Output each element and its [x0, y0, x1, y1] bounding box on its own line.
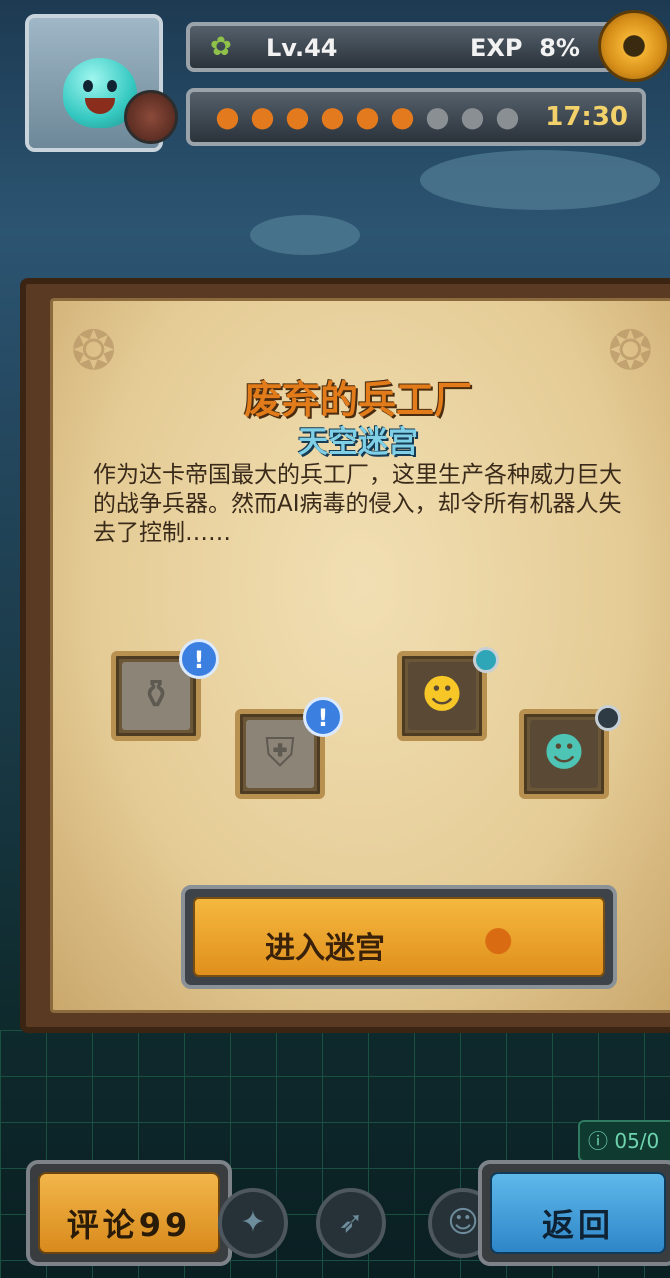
stamina-carrots: ● ● ● ● ● ● ● ● ● — [212, 100, 523, 134]
carrot-full-icon: ● — [390, 100, 415, 133]
review-button[interactable]: 评论99 — [26, 1160, 232, 1266]
new-item-mark-icon: ! — [179, 639, 219, 679]
rocket-icon[interactable]: ➶ — [316, 1188, 386, 1258]
dungeon-title: 废弃的兵工厂 — [243, 378, 472, 422]
exp-value: 8% — [539, 34, 580, 62]
enter-dungeon-button[interactable]: 进入迷宫 ● — [181, 885, 617, 989]
level-bar: ✿ Lv.44 EXP 8% — [186, 22, 646, 72]
carrot-full-icon: ● — [215, 100, 240, 133]
element-badge-icon — [595, 705, 621, 731]
back-label: 返回 — [541, 1206, 614, 1244]
level-text: Lv.44 — [266, 34, 338, 62]
carrot-empty-icon: ● — [425, 100, 450, 133]
carrot-icon: ● — [483, 919, 513, 959]
dungeon-description: 作为达卡帝国最大的兵工厂，这里生产各种威力巨大的战争兵器。然而AI病毒的侵入，却… — [93, 462, 622, 546]
exp-label: EXP 8% — [470, 34, 580, 62]
cloud — [250, 215, 360, 255]
tree-icon: ✿ — [210, 32, 232, 62]
dungeon-subtitle: 天空迷宫 — [298, 425, 418, 460]
carrot-full-icon: ● — [250, 100, 275, 133]
dungeon-info-panel: ❂ ❂ 废弃的兵工厂 天空迷宫 作为达卡帝国最大的兵工厂，这里生产各种威力巨大的… — [20, 278, 670, 1033]
review-label: 评论99 — [66, 1206, 192, 1244]
enter-dungeon-label: 进入迷宫 — [265, 931, 385, 966]
robot-hero-icon: ☻ — [421, 672, 463, 718]
counter-badge: ⓘ 05/0 — [578, 1120, 670, 1162]
warrior-hero-icon: ☻ — [543, 730, 585, 776]
stamina-bar: ● ● ● ● ● ● ● ● ● 17:30 — [186, 88, 646, 146]
carrot-empty-icon: ● — [460, 100, 485, 133]
carrot-full-icon: ● — [355, 100, 380, 133]
cloud — [420, 150, 660, 210]
element-badge-icon — [473, 647, 499, 673]
new-item-mark-icon: ! — [303, 697, 343, 737]
avatar-badge — [124, 90, 178, 144]
carrot-full-icon: ● — [320, 100, 345, 133]
nav-circle-icon[interactable]: ✦ — [218, 1188, 288, 1258]
carrot-full-icon: ● — [285, 100, 310, 133]
back-button[interactable]: 返回 — [478, 1160, 670, 1266]
parchment: ❂ ❂ 废弃的兵工厂 天空迷宫 作为达卡帝国最大的兵工厂，这里生产各种威力巨大的… — [50, 298, 670, 1013]
stamina-timer: 17:30 — [545, 102, 628, 132]
settings-gear-icon[interactable] — [598, 10, 670, 82]
carrot-empty-icon: ● — [495, 100, 520, 133]
